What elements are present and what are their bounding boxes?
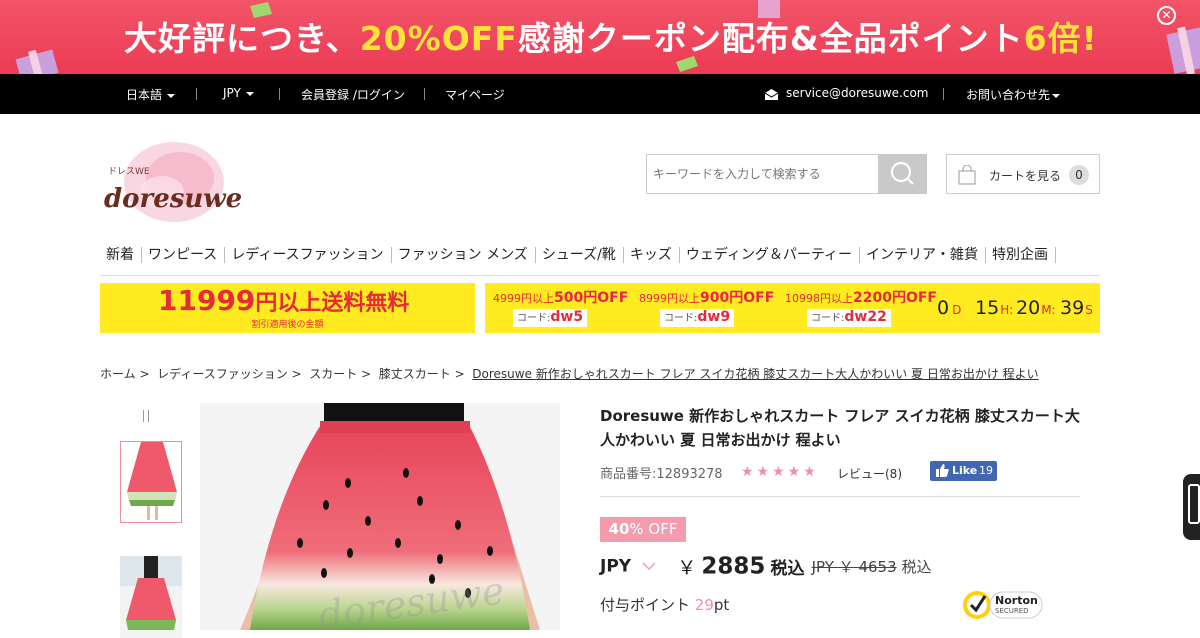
breadcrumb-current[interactable]: Doresuwe 新作おしゃれスカート フレア スイカ花柄 膝丈スカート大人かわ…: [472, 367, 1038, 381]
coupon-code: コード:dw9: [660, 309, 735, 327]
nav-item-wedding[interactable]: ウェディング＆パーティー: [680, 247, 861, 263]
phone-icon: [1188, 484, 1200, 524]
category-nav: 新着 ワンピース レディースファッション ファッション メンズ シューズ/靴 キ…: [100, 242, 1100, 276]
coupon-code: コード:dw22: [807, 309, 891, 327]
login-link[interactable]: 会員登録 /ログイン: [301, 86, 405, 103]
nav-item-new[interactable]: 新着: [100, 247, 142, 263]
language-select[interactable]: 日本語: [126, 86, 176, 103]
cart-button[interactable]: カートを見る 0: [946, 154, 1100, 194]
cart-count-badge: 0: [1069, 165, 1089, 185]
norton-sub: SECURED: [995, 607, 1029, 615]
divider: [424, 88, 425, 100]
search-input[interactable]: [647, 155, 879, 193]
caret-down-icon: [245, 91, 254, 96]
breadcrumb-skirts[interactable]: スカート >: [309, 367, 371, 381]
product-main-image[interactable]: doresuwe: [200, 403, 560, 630]
search-button[interactable]: [878, 154, 927, 194]
close-icon[interactable]: ✕: [1157, 6, 1176, 25]
cart-label: カートを見る: [989, 169, 1062, 183]
skirt-thumbnail: [121, 442, 181, 522]
countdown-seconds: 39S: [1060, 297, 1093, 319]
logo-splash-icon: [124, 142, 224, 222]
product-sku: 商品番号:12893278: [600, 467, 723, 482]
divider: [600, 496, 1080, 497]
phone-side-tab[interactable]: [1183, 474, 1200, 540]
product-title: Doresuwe 新作おしゃれスカート フレア スイカ花柄 膝丈スカート大人かわ…: [600, 407, 1080, 449]
mypage-link[interactable]: マイページ: [445, 86, 505, 103]
shopping-bag-icon: [958, 165, 976, 185]
gift-box-icon: [1166, 26, 1200, 74]
mail-icon: [765, 89, 778, 100]
contact-menu[interactable]: お問い合わせ先: [966, 86, 1061, 103]
yen-symbol: ￥: [677, 557, 697, 579]
rating-stars-icon: ★★★★★: [741, 464, 819, 480]
coupon-condition: 10998円以上2200円OFF: [785, 290, 937, 306]
nav-item-dresses[interactable]: ワンピース: [142, 247, 226, 263]
caret-down-icon: [1052, 93, 1061, 98]
norton-name: Norton: [995, 594, 1038, 607]
divider: [943, 88, 944, 100]
currency-select[interactable]: JPY: [223, 86, 254, 100]
shipping-headline: 11999円以上送料無料: [158, 284, 410, 317]
promo-text: 大好評につき、20%OFF感謝クーポン配布&全品ポイント6倍!: [124, 19, 1098, 58]
norton-secured-badge: Norton SECURED: [962, 588, 1044, 622]
coupon-banner[interactable]: 4999円以上500円OFF コード:dw5 8999円以上900円OFF コー…: [485, 283, 1100, 333]
discount-badge: 40% OFF: [600, 517, 686, 542]
divider: [279, 88, 280, 100]
reward-points: 付与ポイント 29pt: [600, 596, 730, 614]
thumbnail-1[interactable]: [120, 441, 182, 523]
scroll-up-icon[interactable]: [143, 410, 149, 422]
nav-item-mens[interactable]: ファッション メンズ: [392, 247, 536, 263]
reviews-link[interactable]: レビュー(8): [837, 465, 902, 482]
nav-item-interior[interactable]: インテリア・雑貨: [860, 247, 987, 263]
search-box: [646, 154, 927, 194]
free-shipping-banner[interactable]: 11999円以上送料無料 割引適用後の金額: [100, 283, 475, 333]
thumbnail-2[interactable]: [120, 556, 182, 638]
countdown-minutes: 20M:: [1016, 297, 1056, 319]
promo-banner[interactable]: 大好評につき、20%OFF感謝クーポン配布&全品ポイント6倍! ✕: [0, 0, 1200, 74]
price-row: JPY ￥ 2885 税込 JPY ￥ 4653 税込: [600, 553, 931, 580]
caret-down-icon: [167, 93, 176, 98]
nav-item-ladies[interactable]: レディースファッション: [225, 247, 392, 263]
tax-label: 税込: [770, 559, 805, 579]
site-logo[interactable]: ドレスWE doresuwe: [100, 138, 242, 228]
divider: [196, 88, 197, 100]
breadcrumb-ladies[interactable]: レディースファッション >: [157, 367, 301, 381]
thumbs-up-icon: [936, 464, 949, 477]
countdown-days: 0D: [937, 297, 962, 319]
email-link[interactable]: service@doresuwe.com: [786, 86, 929, 100]
countdown-hours: 15H:: [975, 297, 1014, 319]
logo-text: doresuwe: [104, 184, 243, 214]
facebook-like-button[interactable]: Like 19: [930, 461, 997, 481]
nav-item-kids[interactable]: キッズ: [624, 247, 680, 263]
breadcrumb-knee-skirts[interactable]: 膝丈スカート >: [379, 367, 465, 381]
breadcrumb-home[interactable]: ホーム >: [100, 367, 150, 381]
coupon-condition: 4999円以上500円OFF: [493, 290, 629, 306]
currency-label[interactable]: JPY: [600, 557, 631, 577]
breadcrumb: ホーム > レディースファッション > スカート > 膝丈スカート > Dore…: [100, 365, 1039, 382]
sale-price: 2885: [701, 553, 766, 580]
coupon-condition: 8999円以上900円OFF: [639, 290, 775, 306]
gift-box-icon: [15, 49, 59, 74]
nav-item-shoes[interactable]: シューズ/靴: [536, 247, 624, 263]
nav-item-special[interactable]: 特別企画: [986, 247, 1057, 263]
skirt-thumbnail: [120, 556, 182, 638]
search-icon: [890, 161, 914, 185]
chevron-down-icon[interactable]: [642, 562, 656, 571]
top-bar: 日本語 JPY 会員登録 /ログイン マイページ service@doresuw…: [0, 74, 1200, 114]
shipping-note: 割引適用後の金額: [251, 320, 324, 330]
original-price: JPY ￥ 4653 税込: [811, 558, 932, 576]
coupon-code: コード:dw5: [513, 309, 588, 327]
logo-subtext: ドレスWE: [108, 167, 150, 177]
